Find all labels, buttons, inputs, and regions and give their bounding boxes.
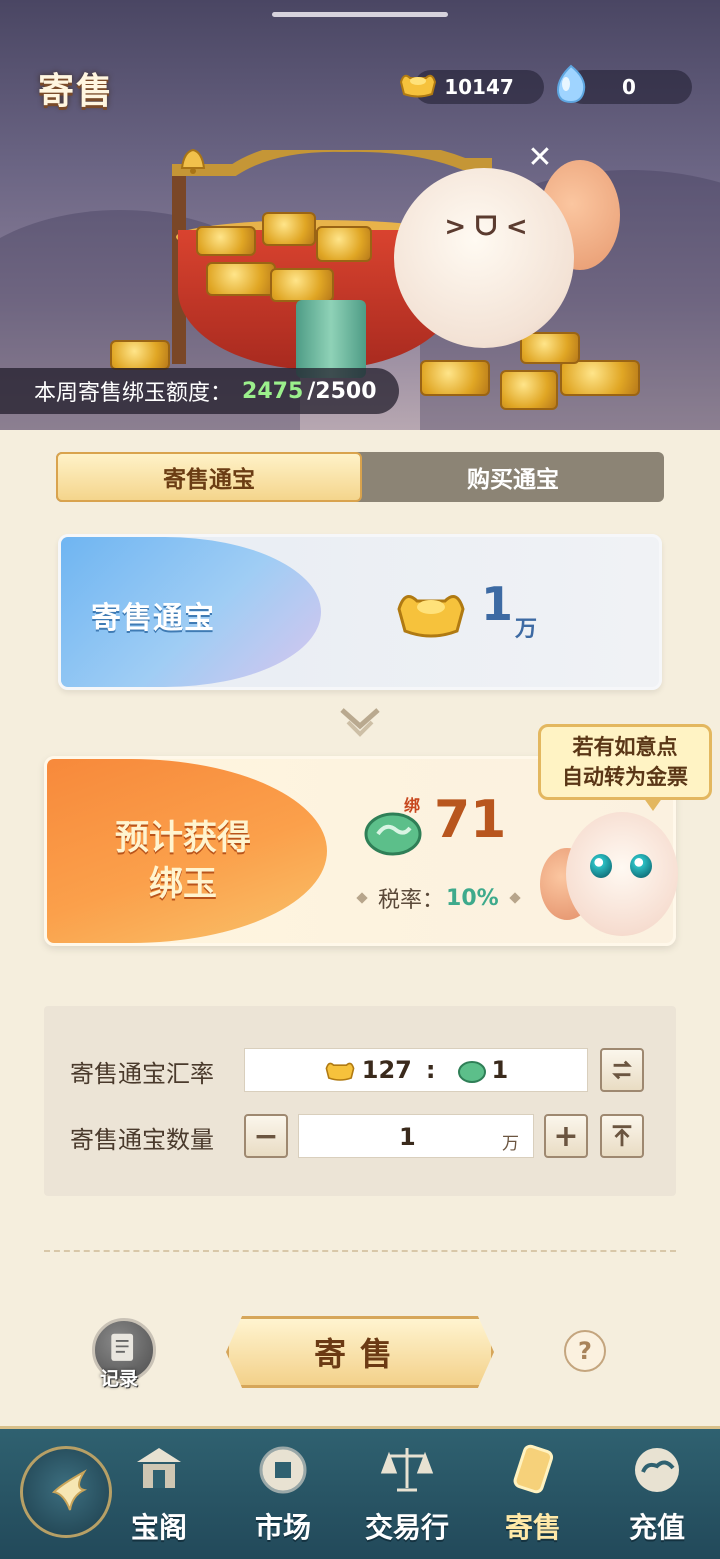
gold-bar-decor <box>270 268 334 302</box>
get-card-label-line2: 绑玉 <box>149 864 217 904</box>
decrease-quantity-button[interactable]: − <box>244 1114 288 1158</box>
gold-balance-value: 10147 <box>444 75 514 99</box>
drag-handle[interactable] <box>272 12 448 17</box>
gold-bar-decor <box>110 340 170 370</box>
nav-label: 交易行 <box>364 1511 449 1544</box>
rate-separator: : <box>425 1056 436 1084</box>
small-cat-mascot <box>566 812 678 936</box>
nav-item-trading-house[interactable]: 交易行 <box>352 1440 462 1550</box>
cat-mascot <box>394 168 574 348</box>
quota-total: /2500 <box>307 378 377 404</box>
quota-label: 本周寄售绑玉额度： <box>34 381 233 406</box>
arrow-to-top-icon <box>612 1125 632 1147</box>
nav-item-consign[interactable]: 寄售 <box>478 1440 588 1550</box>
weekly-quota: 本周寄售绑玉额度： 2475 /2500 <box>0 368 399 414</box>
exchange-rate-display: 127 : 1 <box>244 1048 588 1092</box>
quantity-input[interactable]: 1 万 <box>298 1114 534 1158</box>
get-card-label: 预计获得 绑玉 <box>83 815 283 907</box>
sell-amount-unit: 万 <box>515 617 538 642</box>
tip-line2: 自动转为金票 <box>562 765 688 789</box>
gold-ingot-icon <box>397 595 465 638</box>
jade-balance-value: 0 <box>622 75 636 99</box>
close-banner-button[interactable]: ✕ <box>526 143 554 173</box>
nav-item-market[interactable]: 市场 <box>228 1440 338 1550</box>
quota-used: 2475 <box>242 378 304 404</box>
nav-item-baoge[interactable]: 宝阁 <box>104 1440 214 1550</box>
gold-bar-decor <box>262 212 316 246</box>
nav-item-recharge[interactable]: 充值 <box>602 1440 712 1550</box>
gold-bar-decor <box>206 262 276 296</box>
diamond-decor-icon <box>509 892 521 904</box>
jade-drop-icon <box>556 64 586 104</box>
max-quantity-button[interactable] <box>600 1114 644 1158</box>
tip-line1: 若有如意点 <box>572 735 678 759</box>
cat-eye <box>590 854 612 878</box>
swallow-icon <box>51 1469 88 1511</box>
quantity-unit: 万 <box>502 1134 519 1154</box>
gold-bar-decor <box>520 332 580 364</box>
bound-mark: 绑 <box>404 796 421 815</box>
tip-bubble: 若有如意点 自动转为金票 <box>538 724 712 811</box>
nav-label: 宝阁 <box>130 1511 187 1544</box>
quantity-value: 1 <box>399 1123 416 1151</box>
swap-icon <box>612 1060 632 1080</box>
nav-label: 市场 <box>254 1511 311 1544</box>
tab-bar: 寄售通宝 购买通宝 <box>56 452 664 502</box>
pavilion-icon <box>137 1448 181 1488</box>
tax-rate: 税率： 10% <box>346 882 531 914</box>
rate-jade-value: 1 <box>491 1056 509 1084</box>
nav-label: 充值 <box>628 1511 685 1544</box>
consign-sell-button[interactable]: 寄售 <box>226 1316 494 1388</box>
tax-rate-label: 税率： <box>378 888 445 913</box>
rate-gold-value: 127 <box>361 1056 412 1084</box>
divider <box>44 1250 676 1252</box>
expected-jade-value: 71 <box>434 790 507 850</box>
sell-amount-card: 寄售通宝 1 万 <box>58 534 662 690</box>
chevron-down-icon <box>340 708 380 737</box>
gold-bar-decor <box>560 360 640 396</box>
diamond-decor-icon <box>356 892 368 904</box>
gold-bar-decor <box>316 226 372 262</box>
gold-bar-decor <box>420 360 490 396</box>
sell-amount-value: 1 <box>481 577 514 631</box>
tax-rate-value: 10% <box>446 885 499 911</box>
quantity-label: 寄售通宝数量 <box>70 1126 214 1154</box>
coin-icon <box>259 1446 307 1494</box>
bound-jade-icon <box>457 1061 486 1083</box>
gold-ingot-icon <box>325 1062 355 1081</box>
pot-ribbon <box>296 300 366 378</box>
sell-card-label: 寄售通宝 <box>91 601 215 636</box>
sell-form-panel: 寄售通宝汇率 127 : 1 寄售通宝数量 − 1 万 + <box>44 1006 676 1196</box>
scroll-icon <box>513 1444 554 1494</box>
get-card-label-line1: 预计获得 <box>115 818 251 858</box>
record-label: 记录 <box>100 1368 139 1390</box>
swap-rate-button[interactable] <box>600 1048 644 1092</box>
rate-label: 寄售通宝汇率 <box>70 1060 214 1088</box>
gold-ingot-icon <box>399 74 437 98</box>
nav-label: 寄售 <box>504 1511 561 1544</box>
scale-icon <box>380 1448 434 1492</box>
cat-face: > ᗜ < <box>444 212 528 242</box>
tab-buy-tongbao[interactable]: 购买通宝 <box>362 452 664 502</box>
gold-bar-decor <box>196 226 256 256</box>
bell-icon <box>180 148 206 174</box>
cloud-icon <box>635 1448 679 1492</box>
help-button[interactable]: ? <box>564 1330 606 1372</box>
cat-eye <box>630 854 652 878</box>
increase-quantity-button[interactable]: + <box>544 1114 588 1158</box>
gold-bar-decor <box>500 370 558 410</box>
tab-sell-tongbao[interactable]: 寄售通宝 <box>56 452 362 502</box>
page-title: 寄售 <box>38 71 115 112</box>
